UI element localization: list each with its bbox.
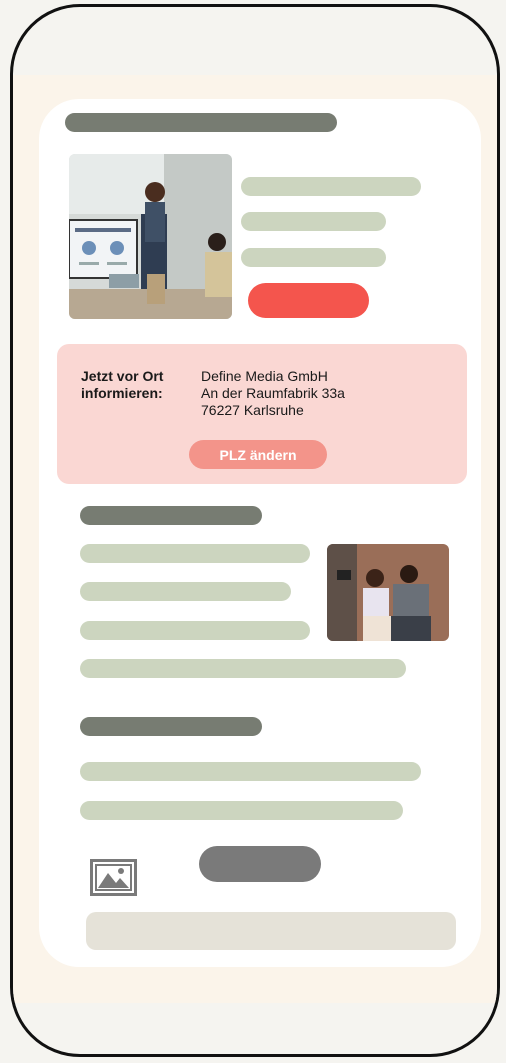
- team-photo-image: [327, 544, 449, 641]
- presentation-photo: [69, 154, 232, 319]
- info-label-line2: informieren:: [81, 385, 163, 401]
- text-placeholder-line: [80, 582, 291, 601]
- text-placeholder-line: [241, 248, 386, 267]
- text-placeholder-line: [80, 762, 421, 781]
- info-label: Jetzt vor Ort informieren:: [81, 368, 201, 402]
- local-info-box: Jetzt vor Ort informieren: Define Media …: [57, 344, 467, 484]
- company-name: Define Media GmbH: [201, 368, 328, 384]
- text-placeholder-line: [80, 659, 406, 678]
- info-label-line1: Jetzt vor Ort: [81, 368, 164, 384]
- team-photo: [327, 544, 449, 641]
- text-placeholder-line: [241, 212, 386, 231]
- section-heading-placeholder: [80, 717, 262, 736]
- title-placeholder: [65, 113, 337, 132]
- cta-button[interactable]: [248, 283, 369, 318]
- section-heading-placeholder: [80, 506, 262, 525]
- phone-frame: Jetzt vor Ort informieren: Define Media …: [10, 4, 500, 1057]
- secondary-button[interactable]: [199, 846, 321, 882]
- city-address: 76227 Karlsruhe: [201, 402, 304, 418]
- image-icon: [90, 859, 137, 901]
- text-placeholder-line: [80, 801, 403, 820]
- footer-placeholder: [86, 912, 456, 950]
- street-address: An der Raumfabrik 33a: [201, 385, 345, 401]
- change-zip-button[interactable]: PLZ ändern: [189, 440, 327, 469]
- content-card: [39, 99, 481, 967]
- presentation-photo-image: [69, 154, 232, 319]
- text-placeholder-line: [80, 621, 310, 640]
- text-placeholder-line: [241, 177, 421, 196]
- text-placeholder-line: [80, 544, 310, 563]
- address-block: Define Media GmbH An der Raumfabrik 33a …: [201, 368, 421, 419]
